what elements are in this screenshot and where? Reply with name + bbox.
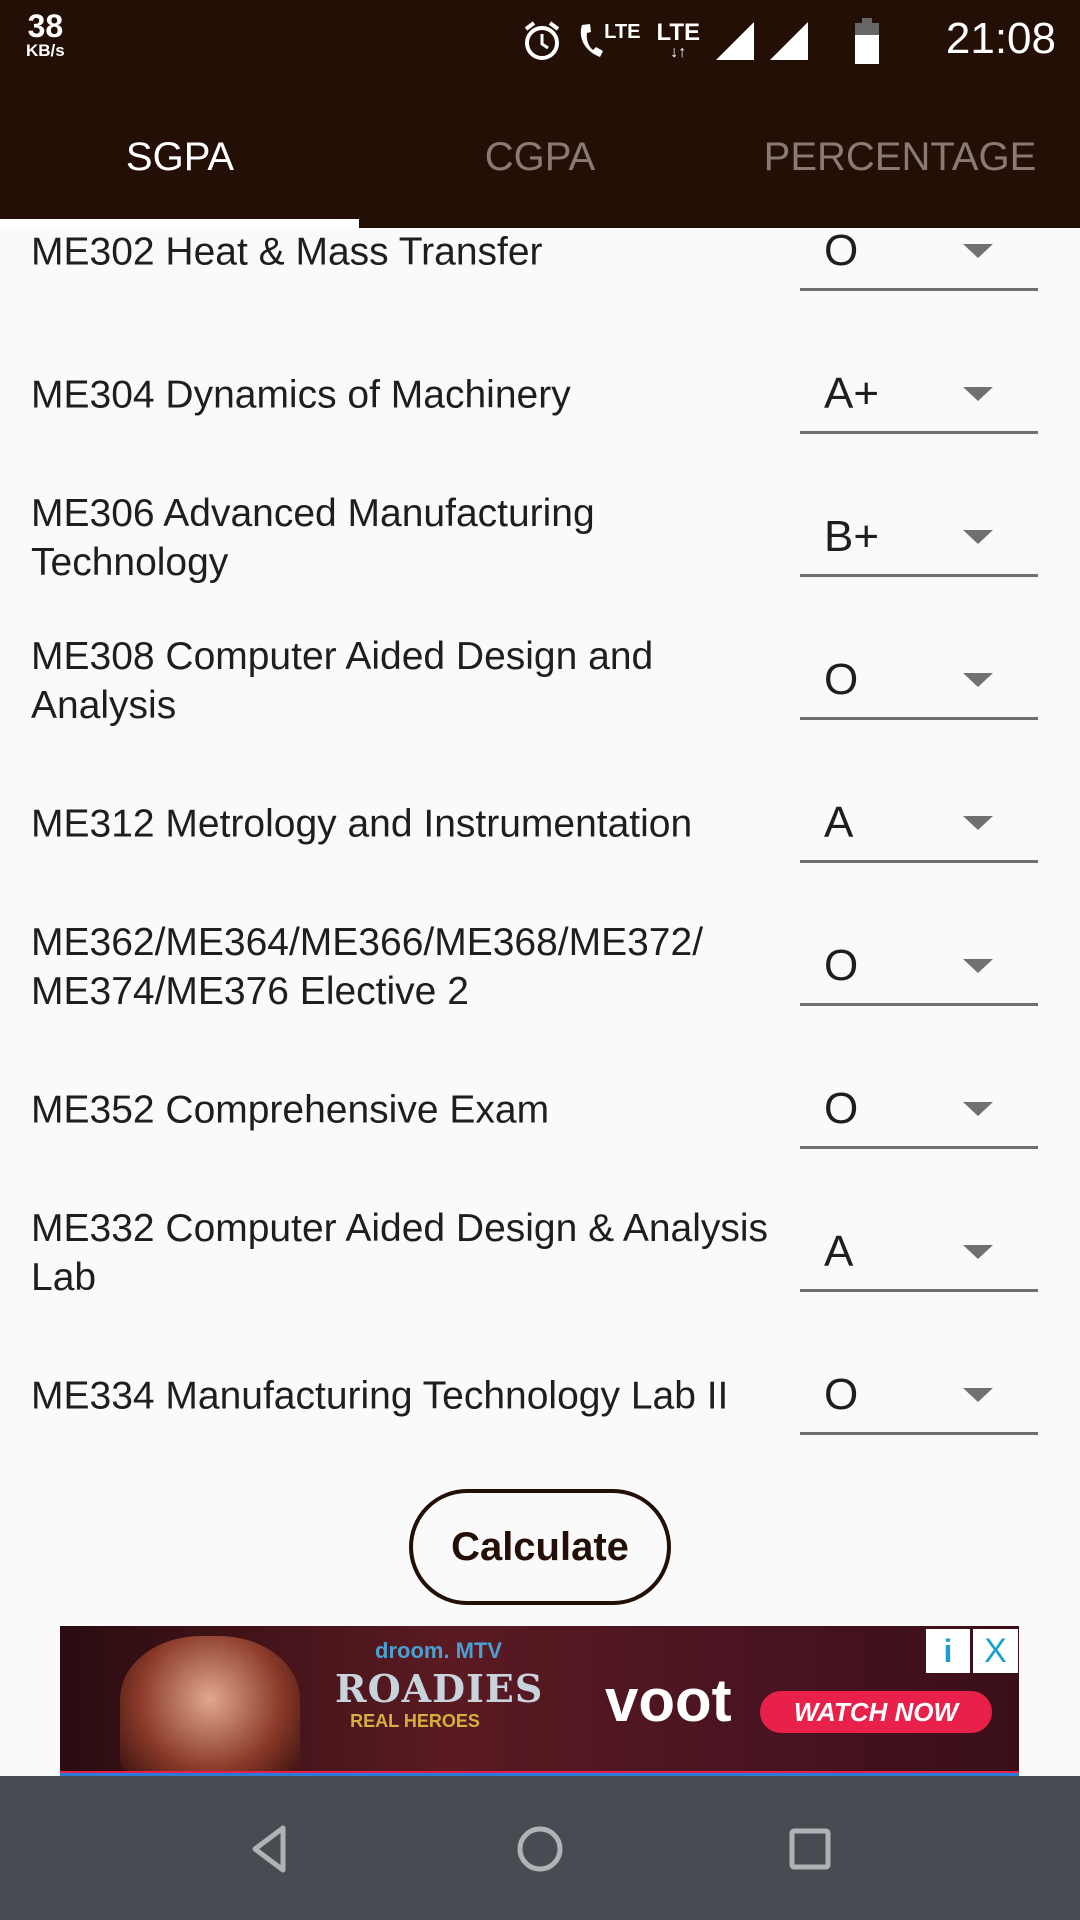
grade-value: B+	[824, 512, 880, 561]
signal-icon	[716, 22, 754, 60]
ad-image	[120, 1636, 300, 1776]
dropdown-underline	[800, 288, 1038, 291]
course-row: ME312 Metrology and Instrumentation A	[0, 752, 1080, 895]
course-name: ME362/ME364/ME366/ME368/ME372/ ME374/ME3…	[31, 920, 704, 1013]
course-name: ME334 Manufacturing Technology Lab II	[31, 1374, 729, 1417]
ad-subtitle: REAL HEROES	[350, 1711, 480, 1731]
dropdown-underline	[800, 717, 1038, 720]
ad-watch-now-button[interactable]: WATCH NOW	[760, 1691, 992, 1733]
course-row: ME304 Dynamics of Machinery A+	[0, 323, 1080, 466]
ad-close-icon[interactable]: X	[973, 1629, 1018, 1673]
course-name: ME306 Advanced Manufacturing Technology	[31, 491, 595, 584]
navigation-bar	[0, 1776, 1080, 1920]
grade-dropdown[interactable]: O	[800, 180, 1038, 323]
dropdown-underline	[800, 1289, 1038, 1292]
course-name: ME332 Computer Aided Design & Analysis L…	[31, 1206, 769, 1299]
dropdown-arrow-icon	[963, 387, 993, 401]
grade-value: O	[824, 1084, 859, 1133]
ad-brand: droom. MTV	[375, 1638, 503, 1663]
grade-value: O	[824, 655, 859, 704]
recents-icon[interactable]	[785, 1824, 835, 1874]
speed-unit: KB/s	[26, 41, 65, 60]
grade-value: O	[824, 1370, 859, 1419]
grade-dropdown[interactable]: O	[800, 1038, 1038, 1181]
course-row: ME352 Comprehensive Exam O	[0, 1038, 1080, 1181]
grade-dropdown[interactable]: A	[800, 752, 1038, 895]
dropdown-underline	[800, 1003, 1038, 1006]
grade-dropdown[interactable]: B+	[800, 466, 1038, 609]
course-row: ME332 Computer Aided Design & Analysis L…	[0, 1181, 1080, 1324]
dropdown-arrow-icon	[963, 1388, 993, 1402]
ad-banner[interactable]: droom. MTV ROADIES REAL HEROES voot WATC…	[60, 1626, 1019, 1776]
course-name: ME352 Comprehensive Exam	[31, 1088, 550, 1131]
battery-icon	[855, 18, 879, 64]
dropdown-underline	[800, 431, 1038, 434]
course-row: ME306 Advanced Manufacturing Technology …	[0, 466, 1080, 609]
course-name: ME308 Computer Aided Design and Analysis	[31, 634, 654, 727]
network-speed: 38 KB/s	[26, 10, 65, 59]
volte-call-icon: LTE	[578, 21, 640, 61]
course-row: ME362/ME364/ME366/ME368/ME372/ ME374/ME3…	[0, 895, 1080, 1038]
grade-value: O	[824, 226, 859, 275]
dropdown-arrow-icon	[963, 530, 993, 544]
grade-dropdown[interactable]: A+	[800, 323, 1038, 466]
dropdown-arrow-icon	[963, 1102, 993, 1116]
grade-value: A	[824, 798, 854, 847]
grade-dropdown[interactable]: O	[800, 609, 1038, 752]
status-bar: 38 KB/s LTE LTE ↓↑ 21:08	[0, 0, 1080, 92]
course-name: ME302 Heat & Mass Transfer	[31, 230, 543, 273]
course-row: ME308 Computer Aided Design and Analysis…	[0, 609, 1080, 752]
home-icon[interactable]	[515, 1824, 565, 1874]
signal-icon	[770, 22, 808, 60]
lte-data-icon: LTE ↓↑	[656, 19, 700, 61]
speed-value: 38	[27, 8, 64, 44]
ad-info-icon[interactable]: i	[926, 1629, 970, 1673]
calculate-button[interactable]: Calculate	[409, 1489, 671, 1605]
alarm-icon	[524, 21, 560, 60]
dropdown-underline	[800, 1432, 1038, 1435]
dropdown-underline	[800, 1146, 1038, 1149]
ad-voot-logo: voot	[605, 1667, 732, 1734]
dropdown-arrow-icon	[963, 959, 993, 973]
grade-dropdown[interactable]: O	[800, 1324, 1038, 1467]
dropdown-arrow-icon	[963, 816, 993, 830]
back-icon[interactable]	[245, 1824, 295, 1874]
grade-value: A+	[824, 369, 880, 418]
course-name: ME312 Metrology and Instrumentation	[31, 802, 693, 845]
dropdown-underline	[800, 574, 1038, 577]
course-row: ME334 Manufacturing Technology Lab II O	[0, 1324, 1080, 1467]
grade-dropdown[interactable]: A	[800, 1181, 1038, 1324]
dropdown-arrow-icon	[963, 673, 993, 687]
dropdown-underline	[800, 860, 1038, 863]
dropdown-arrow-icon	[963, 244, 993, 258]
course-name: ME304 Dynamics of Machinery	[31, 373, 571, 416]
grade-dropdown[interactable]: O	[800, 895, 1038, 1038]
grade-value: O	[824, 941, 859, 990]
ad-title: ROADIES	[335, 1666, 544, 1711]
clock: 21:08	[945, 14, 1056, 63]
dropdown-arrow-icon	[963, 1245, 993, 1259]
course-row: ME302 Heat & Mass Transfer O	[0, 180, 1080, 323]
grade-value: A	[824, 1227, 854, 1276]
